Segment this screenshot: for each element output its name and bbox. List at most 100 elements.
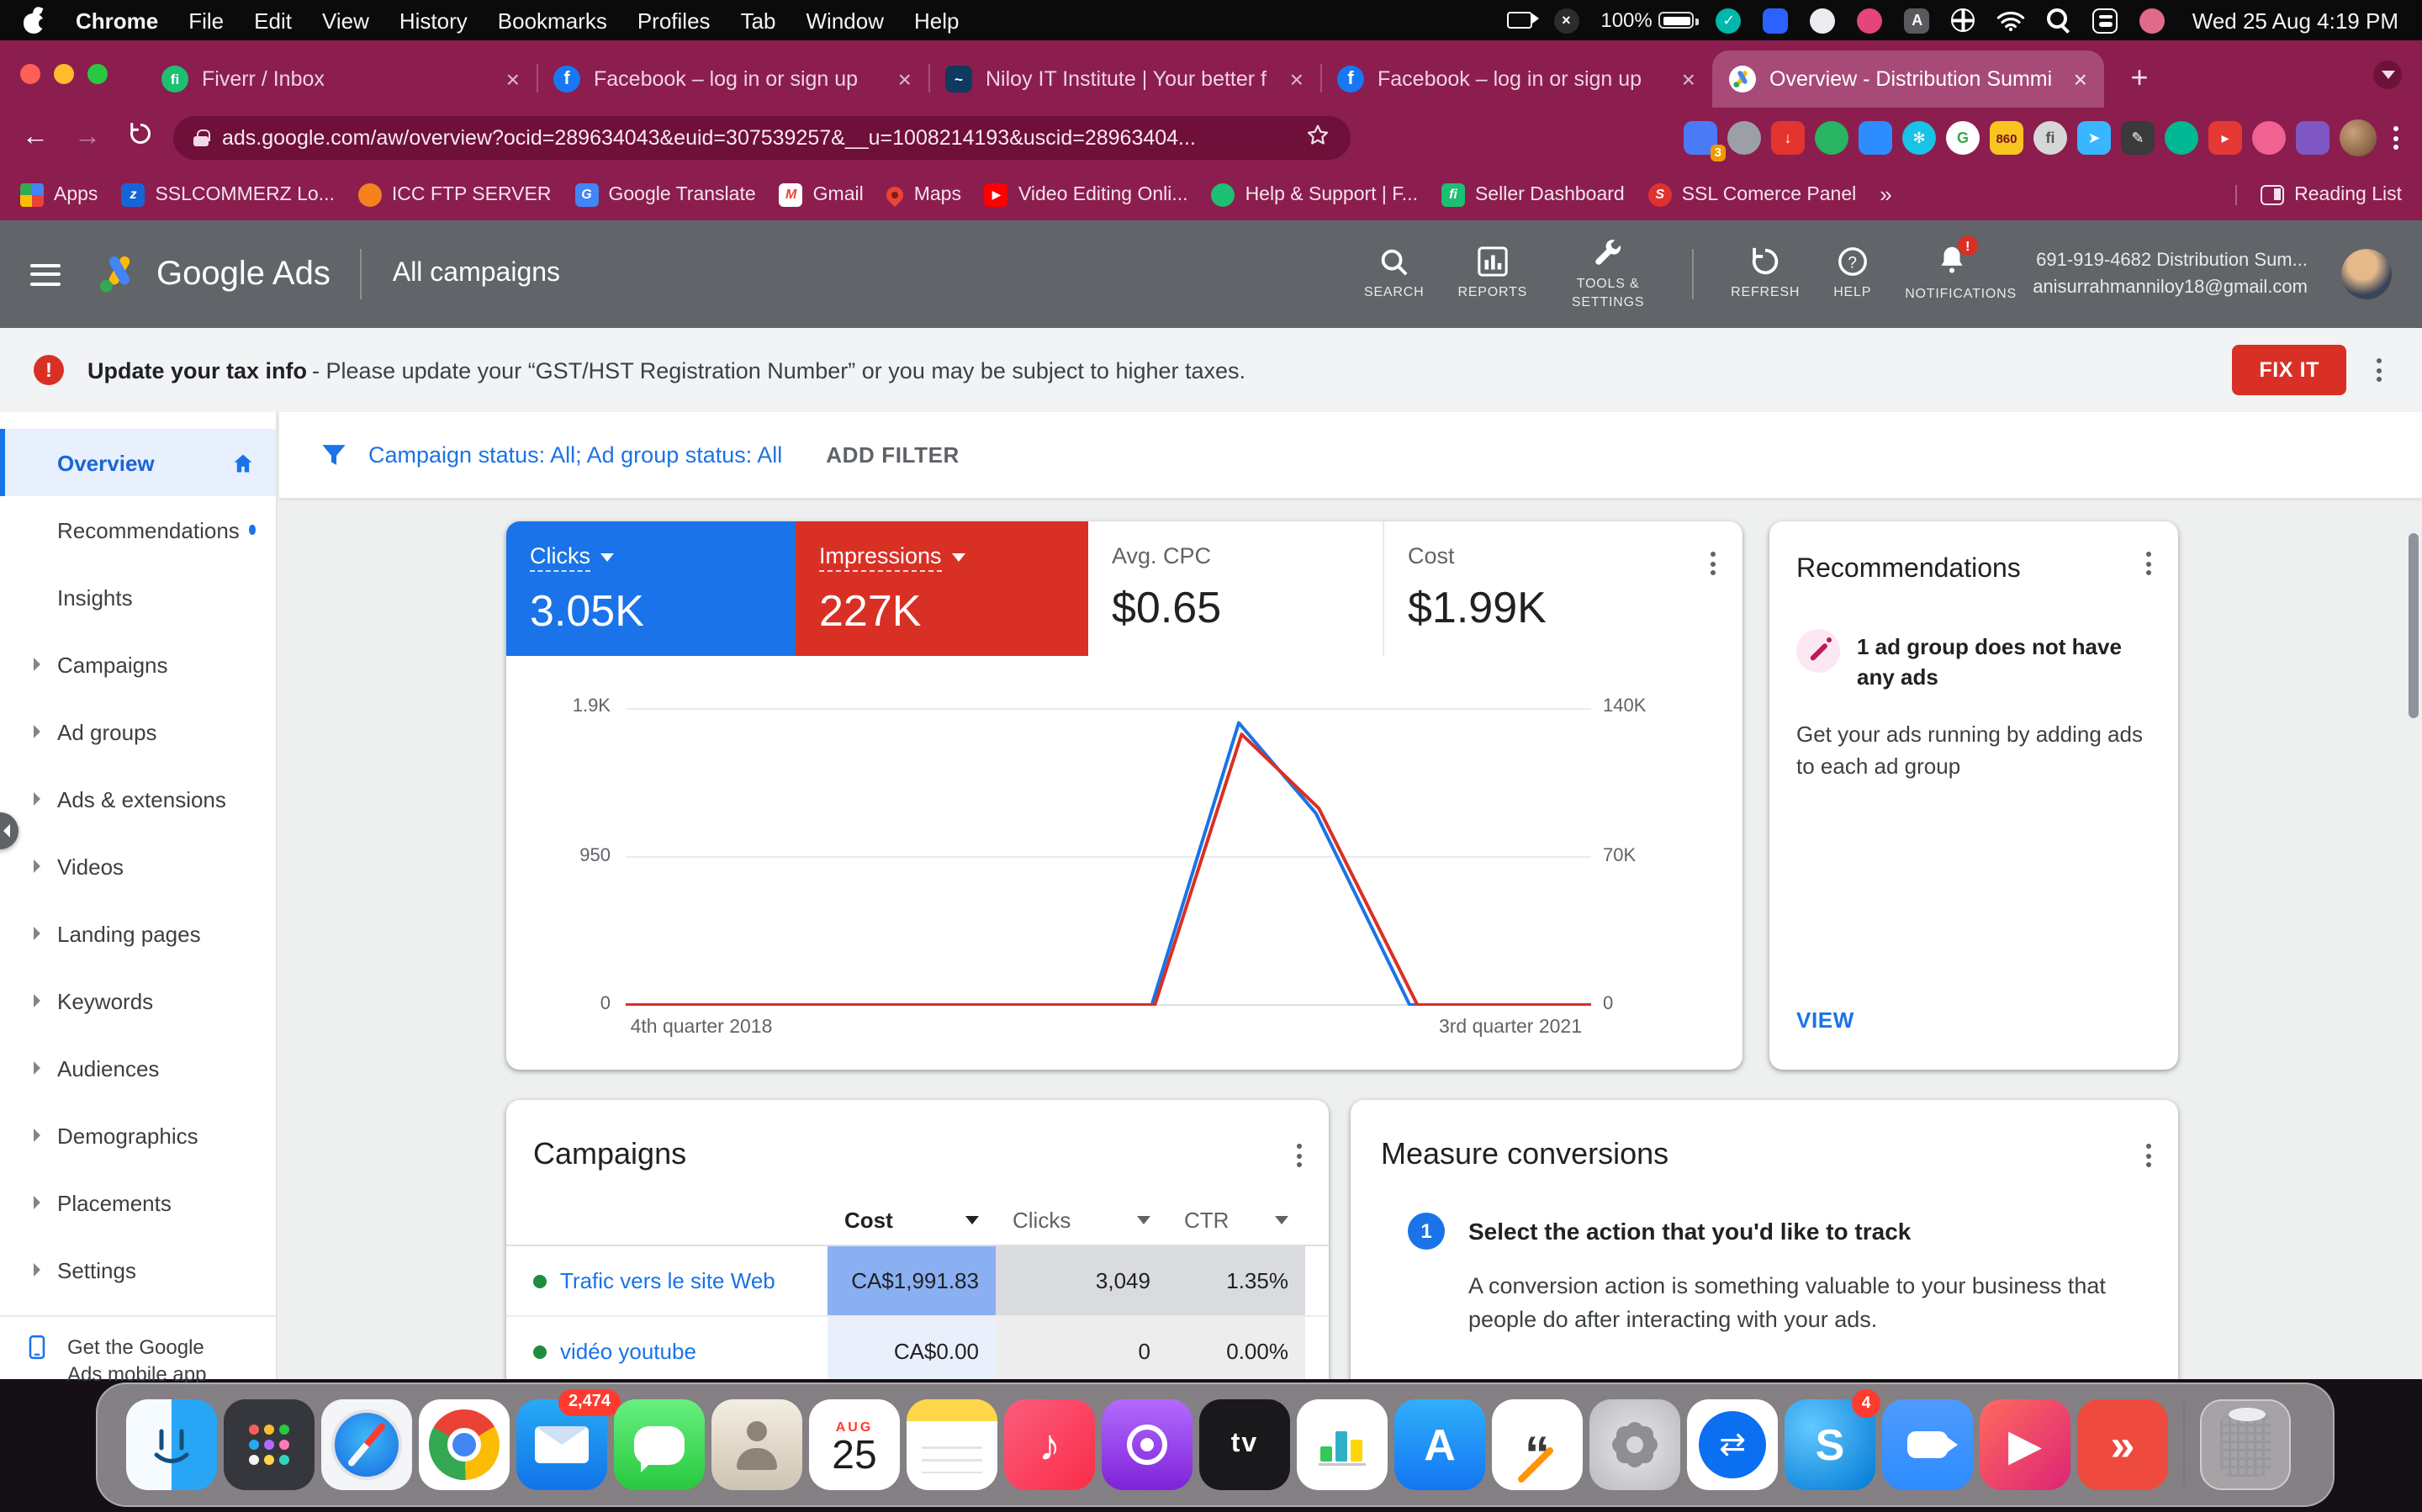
dock-chrome-icon[interactable]	[419, 1399, 510, 1490]
bookmark-apps[interactable]: Apps	[20, 182, 98, 206]
sidebar-item-landing-pages[interactable]: Landing pages	[0, 900, 276, 967]
dock-notes-icon[interactable]	[907, 1399, 997, 1490]
tab-close-icon[interactable]: ×	[2074, 66, 2087, 93]
sidebar-item-demographics[interactable]: Demographics	[0, 1102, 276, 1169]
bookmark-ssl-panel[interactable]: SSSL Comerce Panel	[1648, 182, 1857, 206]
extension-download-icon[interactable]: ↓	[1771, 121, 1805, 155]
spotlight-search-icon[interactable]	[2048, 8, 2071, 32]
minimize-window-icon[interactable]	[54, 64, 74, 84]
user-status-icon[interactable]	[2140, 8, 2166, 33]
keyboard-layout-icon[interactable]: A	[1905, 8, 1930, 33]
menu-profiles[interactable]: Profiles	[637, 8, 711, 33]
bookmark-star-icon[interactable]	[1305, 123, 1330, 153]
url-text[interactable]: ads.google.com/aw/overview?ocid=28963404…	[222, 126, 1292, 150]
tab-search-icon[interactable]	[2373, 61, 2402, 89]
browser-tab-niloy[interactable]: ~ Niloy IT Institute | Your better f ×	[928, 50, 1320, 108]
dock-teamviewer-icon[interactable]: ⇄	[1687, 1399, 1778, 1490]
refresh-button[interactable]: REFRESH	[1731, 246, 1800, 303]
browser-tab-facebook-2[interactable]: f Facebook – log in or sign up ×	[1320, 50, 1712, 108]
sidebar-item-audiences[interactable]: Audiences	[0, 1034, 276, 1102]
dock-quotes-app-icon[interactable]: “	[1492, 1399, 1583, 1490]
tab-close-icon[interactable]: ×	[898, 66, 912, 93]
dock-podcasts-icon[interactable]	[1102, 1399, 1192, 1490]
browser-tab-fiverr[interactable]: fi Fiverr / Inbox ×	[145, 50, 537, 108]
campaign-link[interactable]: vidéo youtube	[560, 1339, 696, 1364]
sidebar-item-keywords[interactable]: Keywords	[0, 967, 276, 1034]
account-avatar[interactable]	[2341, 249, 2392, 299]
cell-ctr[interactable]: 1.35%	[1167, 1246, 1305, 1315]
cell-cost[interactable]: CA$1,991.83	[828, 1246, 996, 1315]
bookmark-sslcommerz[interactable]: zSSLCOMMERZ Lo...	[121, 182, 334, 206]
extension-860-icon[interactable]: 860	[1990, 121, 2023, 155]
menu-file[interactable]: File	[188, 8, 224, 33]
close-window-icon[interactable]	[20, 64, 40, 84]
menu-bookmarks[interactable]: Bookmarks	[498, 8, 607, 33]
menu-edit[interactable]: Edit	[254, 8, 292, 33]
dock-launchpad-icon[interactable]	[224, 1399, 315, 1490]
menu-help[interactable]: Help	[914, 8, 960, 33]
extension-camera-icon[interactable]	[1859, 121, 1892, 155]
chrome-menu-icon[interactable]	[2387, 123, 2405, 153]
notifications-button[interactable]: ! NOTIFICATIONS	[1905, 245, 1999, 304]
add-filter-button[interactable]: ADD FILTER	[826, 442, 960, 468]
profile-avatar[interactable]	[2340, 119, 2377, 156]
fix-it-button[interactable]: FIX IT	[2232, 345, 2346, 395]
bookmarks-overflow-icon[interactable]: »	[1880, 182, 1891, 207]
search-button[interactable]: SEARCH	[1364, 246, 1425, 303]
sidebar-item-campaigns[interactable]: Campaigns	[0, 631, 276, 698]
extension-g-icon[interactable]: G	[1946, 121, 1980, 155]
sidebar-item-placements[interactable]: Placements	[0, 1169, 276, 1236]
menu-history[interactable]: History	[399, 8, 468, 33]
tab-close-icon[interactable]: ×	[1682, 66, 1695, 93]
extension-icon[interactable]	[2296, 121, 2329, 155]
extension-icon[interactable]	[1815, 121, 1848, 155]
cell-cost[interactable]: CA$0.00	[828, 1317, 996, 1379]
help-button[interactable]: ? HELP	[1833, 246, 1871, 303]
metric-impressions[interactable]: Impressions 227K	[796, 521, 1088, 656]
reports-button[interactable]: REPORTS	[1457, 246, 1527, 303]
extension-puzzle-icon[interactable]: 3	[1684, 121, 1717, 155]
sidebar-item-videos[interactable]: Videos	[0, 833, 276, 900]
extension-icon[interactable]	[2252, 121, 2286, 155]
dock-video-call-icon[interactable]	[1882, 1399, 1973, 1490]
bookmark-gmail[interactable]: MGmail	[780, 182, 864, 206]
account-info[interactable]: 691-919-4682 Distribution Sum... anisurr…	[2033, 246, 2308, 302]
campaign-link[interactable]: Trafic vers le site Web	[560, 1268, 775, 1293]
dock-mail-icon[interactable]: 2,474	[516, 1399, 607, 1490]
menu-bar-clock[interactable]: Wed 25 Aug 4:19 PM	[2192, 8, 2398, 33]
menu-window[interactable]: Window	[806, 8, 885, 33]
google-ads-logo[interactable]: Google Ads	[98, 252, 331, 296]
extension-icon[interactable]: ✻	[1902, 121, 1936, 155]
metric-clicks[interactable]: Clicks 3.05K	[506, 521, 796, 656]
bookmark-google-translate[interactable]: GGoogle Translate	[574, 182, 755, 206]
reading-list-button[interactable]: Reading List	[2235, 184, 2402, 204]
window-controls[interactable]	[20, 64, 108, 84]
filter-summary[interactable]: Campaign status: All; Ad group status: A…	[368, 442, 782, 468]
extension-send-icon[interactable]: ➤	[2077, 121, 2111, 155]
dock-messages-icon[interactable]	[614, 1399, 705, 1490]
cell-clicks[interactable]: 3,049	[996, 1246, 1167, 1315]
status-white-app-icon[interactable]	[1811, 8, 1836, 33]
bookmark-maps[interactable]: Maps	[887, 184, 961, 204]
bookmark-help-support[interactable]: Help & Support | F...	[1212, 182, 1418, 206]
time-series-chart[interactable]	[626, 708, 1591, 1006]
cell-clicks[interactable]: 0	[996, 1317, 1167, 1379]
browser-tab-google-ads-active[interactable]: Overview - Distribution Summi ×	[1712, 50, 2104, 108]
sidebar-item-insights[interactable]: Insights	[0, 563, 276, 631]
menu-app-chrome[interactable]: Chrome	[76, 8, 158, 33]
dock-trash-icon[interactable]	[2200, 1399, 2291, 1490]
apple-menu-icon[interactable]	[24, 8, 45, 33]
dock-calendar-icon[interactable]: AUG25	[809, 1399, 900, 1490]
extension-icon[interactable]	[1727, 121, 1761, 155]
address-bar[interactable]: ads.google.com/aw/overview?ocid=28963404…	[173, 116, 1351, 160]
sidebar-item-ads-extensions[interactable]: Ads & extensions	[0, 765, 276, 833]
status-x-icon[interactable]: ×	[1553, 8, 1579, 33]
status-check-icon[interactable]: ✓	[1716, 8, 1742, 33]
reload-button[interactable]	[121, 121, 158, 155]
control-center-icon[interactable]	[2093, 8, 2118, 33]
bookmark-icc-ftp[interactable]: ICC FTP SERVER	[358, 182, 552, 206]
wifi-icon[interactable]	[1997, 9, 2026, 31]
sidebar-item-settings[interactable]: Settings	[0, 1236, 276, 1303]
metric-cost[interactable]: Cost $1.99K	[1383, 521, 1675, 656]
back-button[interactable]: ←	[17, 123, 54, 153]
